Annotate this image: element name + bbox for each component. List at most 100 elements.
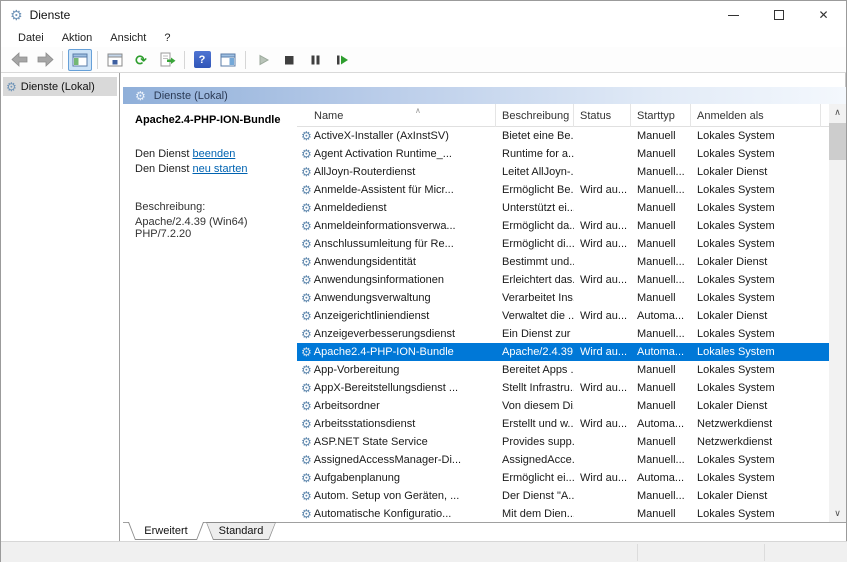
close-button[interactable]: ✕ [801, 1, 846, 29]
cell-status [574, 397, 631, 415]
cell-status [574, 325, 631, 343]
table-row[interactable]: ⚙AufgabenplanungErmöglicht ei...Wird au.… [297, 469, 829, 487]
column-header-label: Name [314, 110, 343, 122]
show-console-tree-button[interactable] [68, 49, 92, 71]
service-name: Aufgabenplanung [314, 472, 400, 484]
menu-ansicht[interactable]: Ansicht [101, 30, 155, 46]
tab-standard[interactable]: Standard [206, 522, 276, 540]
toolbar-separator [97, 51, 98, 69]
service-gear-icon: ⚙ [301, 130, 312, 142]
cell-logon: Lokaler Dienst [691, 487, 821, 505]
cell-description: Unterstützt ei... [496, 199, 574, 217]
service-name: Agent Activation Runtime_... [314, 148, 452, 160]
service-name: Anschlussumleitung für Re... [314, 238, 454, 250]
back-button[interactable] [7, 49, 31, 71]
cell-name: ⚙ActiveX-Installer (AxInstSV) [297, 127, 496, 145]
start-service-button[interactable] [251, 49, 275, 71]
cell-logon: Lokales System [691, 127, 821, 145]
service-name: AppX-Bereitstellungsdienst ... [314, 382, 458, 394]
stop-service-button[interactable] [277, 49, 301, 71]
table-row[interactable]: ⚙AnmeldedienstUnterstützt ei...ManuellLo… [297, 199, 829, 217]
toolbar-separator [184, 51, 185, 69]
table-row[interactable]: ⚙Anmeldeinformationsverwa...Ermöglicht d… [297, 217, 829, 235]
vertical-scrollbar[interactable]: ∧ ∨ [829, 104, 846, 522]
table-row[interactable]: ⚙AnwendungsidentitätBestimmt und...Manue… [297, 253, 829, 271]
console-tree-pane: ⚙ Dienste (Lokal) [1, 73, 120, 541]
pause-service-button[interactable] [303, 49, 327, 71]
table-row[interactable]: ⚙AnwendungsverwaltungVerarbeitet Ins...M… [297, 289, 829, 307]
scroll-up-arrow[interactable]: ∧ [829, 104, 846, 121]
cell-status: Wird au... [574, 469, 631, 487]
show-action-pane-button[interactable] [216, 49, 240, 71]
table-row[interactable]: ⚙Automatische Konfiguratio...Mit dem Die… [297, 505, 829, 523]
table-row[interactable]: ⚙Apache2.4-PHP-ION-BundleApache/2.4.39..… [297, 343, 829, 361]
menu-datei[interactable]: Datei [9, 30, 53, 46]
table-row[interactable]: ⚙AnwendungsinformationenErleichtert das.… [297, 271, 829, 289]
table-row[interactable]: ⚙ArbeitsordnerVon diesem Di...ManuellLok… [297, 397, 829, 415]
cell-logon: Lokales System [691, 469, 821, 487]
cell-description: Bereitet Apps ... [496, 361, 574, 379]
table-row[interactable]: ⚙AssignedAccessManager-Di...AssignedAcce… [297, 451, 829, 469]
scroll-down-arrow[interactable]: ∨ [829, 505, 846, 522]
tree-item-dienste-lokal[interactable]: ⚙ Dienste (Lokal) [3, 77, 117, 96]
cell-name: ⚙Apache2.4-PHP-ION-Bundle [297, 343, 496, 361]
cell-logon: Lokaler Dienst [691, 163, 821, 181]
cell-logon: Lokales System [691, 217, 821, 235]
cell-logon: Lokales System [691, 451, 821, 469]
cell-status: Wird au... [574, 415, 631, 433]
help-button[interactable]: ? [190, 49, 214, 71]
console-tree-icon [72, 53, 88, 67]
column-header-beschreibung[interactable]: Beschreibung [496, 104, 574, 127]
cell-startup: Automa... [631, 469, 691, 487]
services-gear-icon: ⚙ [6, 81, 17, 93]
menu-bar: Datei Aktion Ansicht ? [1, 29, 846, 47]
stop-service-link[interactable]: beenden [192, 148, 235, 160]
cell-logon: Netzwerkdienst [691, 415, 821, 433]
export-list-button[interactable] [155, 49, 179, 71]
table-row[interactable]: ⚙AnzeigeverbesserungsdienstEin Dienst zu… [297, 325, 829, 343]
table-row[interactable]: ⚙Autom. Setup von Geräten, ...Der Dienst… [297, 487, 829, 505]
restart-service-button[interactable] [329, 49, 353, 71]
refresh-button[interactable]: ⟳ [129, 49, 153, 71]
sort-ascending-icon: ∧ [415, 106, 421, 115]
service-gear-icon: ⚙ [301, 418, 312, 430]
properties-button[interactable] [103, 49, 127, 71]
cell-logon: Netzwerkdienst [691, 433, 821, 451]
cell-name: ⚙Anmeldedienst [297, 199, 496, 217]
service-name: ActiveX-Installer (AxInstSV) [314, 130, 449, 142]
column-header-name[interactable]: Name ∧ [297, 104, 496, 127]
cell-status: Wird au... [574, 379, 631, 397]
selected-service-title: Apache2.4-PHP-ION-Bundle [135, 114, 287, 126]
maximize-button[interactable] [756, 1, 801, 29]
restart-service-link[interactable]: neu starten [192, 163, 247, 175]
cell-status [574, 433, 631, 451]
forward-icon [37, 52, 54, 67]
table-row[interactable]: ⚙App-VorbereitungBereitet Apps ...Manuel… [297, 361, 829, 379]
table-row[interactable]: ⚙Anschlussumleitung für Re...Ermöglicht … [297, 235, 829, 253]
table-row[interactable]: ⚙ActiveX-Installer (AxInstSV)Bietet eine… [297, 127, 829, 145]
table-row[interactable]: ⚙ArbeitsstationsdienstErstellt und w...W… [297, 415, 829, 433]
service-gear-icon: ⚙ [301, 148, 312, 160]
table-row[interactable]: ⚙AnzeigerichtliniendienstVerwaltet die .… [297, 307, 829, 325]
table-row[interactable]: ⚙Agent Activation Runtime_...Runtime for… [297, 145, 829, 163]
table-row[interactable]: ⚙AllJoyn-RouterdienstLeitet AllJoyn-...M… [297, 163, 829, 181]
cell-startup: Manuell... [631, 487, 691, 505]
tab-erweitert[interactable]: Erweitert [128, 522, 204, 540]
column-header-anmelden-als[interactable]: Anmelden als [691, 104, 821, 127]
menu-aktion[interactable]: Aktion [53, 30, 102, 46]
column-header-label: Starttyp [637, 110, 675, 122]
column-header-starttyp[interactable]: Starttyp [631, 104, 691, 127]
cell-description: Verwaltet die ... [496, 307, 574, 325]
service-gear-icon: ⚙ [301, 454, 312, 466]
forward-button[interactable] [33, 49, 57, 71]
scroll-thumb[interactable] [829, 123, 846, 160]
table-row[interactable]: ⚙Anmelde-Assistent für Micr...Ermöglicht… [297, 181, 829, 199]
column-header-label: Anmelden als [697, 110, 764, 122]
table-row[interactable]: ⚙ASP.NET State ServiceProvides supp...Ma… [297, 433, 829, 451]
service-name: Autom. Setup von Geräten, ... [314, 490, 460, 502]
table-row[interactable]: ⚙AppX-Bereitstellungsdienst ...Stellt In… [297, 379, 829, 397]
column-header-status[interactable]: Status [574, 104, 631, 127]
minimize-button[interactable] [711, 1, 756, 29]
pane-header: ⚙ Dienste (Lokal) [123, 87, 846, 104]
menu-help[interactable]: ? [155, 30, 179, 46]
